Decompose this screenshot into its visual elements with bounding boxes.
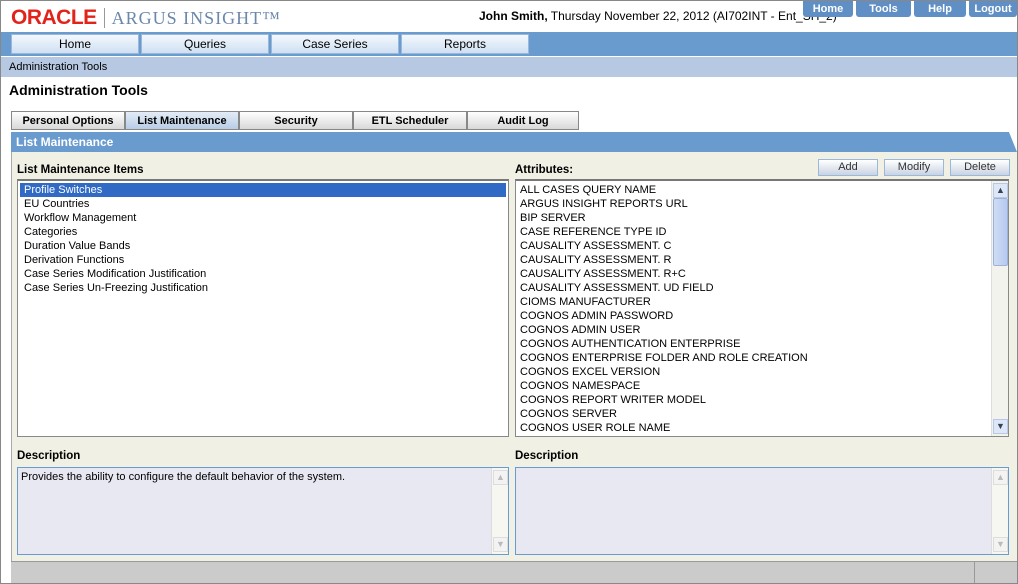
tab-audit-log[interactable]: Audit Log bbox=[467, 111, 579, 130]
attribute-item[interactable]: CASE REFERENCE TYPE ID bbox=[516, 225, 1008, 239]
tab-personal-options[interactable]: Personal Options bbox=[11, 111, 125, 130]
date-info: Thursday November 22, 2012 (AI702INT - E… bbox=[547, 9, 837, 23]
tab-list-maintenance[interactable]: List Maintenance bbox=[125, 111, 239, 130]
top-links: Home Tools Help Logout bbox=[800, 1, 1017, 17]
attribute-item[interactable]: COGNOS NAMESPACE bbox=[516, 379, 1008, 393]
nav-case-series[interactable]: Case Series bbox=[271, 34, 399, 54]
attribute-item[interactable]: COGNOS USER ROLE NAME bbox=[516, 421, 1008, 435]
list-item[interactable]: Duration Value Bands bbox=[20, 239, 506, 253]
description-left-label: Description bbox=[17, 450, 81, 462]
attribute-item[interactable]: COGNOS REPORT WRITER MODEL bbox=[516, 393, 1008, 407]
tab-etl-scheduler[interactable]: ETL Scheduler bbox=[353, 111, 467, 130]
attributes-list[interactable]: ALL CASES QUERY NAME ARGUS INSIGHT REPORT… bbox=[515, 179, 1009, 437]
description-right-textarea[interactable]: ▲ ▼ bbox=[515, 467, 1009, 555]
scroll-down-icon[interactable]: ▼ bbox=[993, 419, 1008, 434]
logo-divider bbox=[103, 8, 105, 28]
list-item[interactable]: Categories bbox=[20, 225, 506, 239]
attribute-item[interactable]: COGNOS ADMIN PASSWORD bbox=[516, 309, 1008, 323]
attribute-item[interactable]: COGNOS AUTHENTICATION ENTERPRISE bbox=[516, 337, 1008, 351]
attribute-item[interactable]: ARGUS INSIGHT REPORTS URL bbox=[516, 197, 1008, 211]
status-bar bbox=[11, 561, 1017, 583]
tab-security[interactable]: Security bbox=[239, 111, 353, 130]
scroll-down-icon[interactable]: ▼ bbox=[493, 537, 508, 552]
scroll-up-icon[interactable]: ▲ bbox=[493, 470, 508, 485]
attribute-item[interactable]: CAUSALITY ASSESSMENT. UD FIELD bbox=[516, 281, 1008, 295]
attribute-item[interactable]: CAUSALITY ASSESSMENT. R+C bbox=[516, 267, 1008, 281]
attributes-scrollbar[interactable]: ▲ ▼ bbox=[991, 181, 1008, 436]
items-label: List Maintenance Items bbox=[17, 164, 144, 176]
product-name: ARGUS INSIGHT™ bbox=[111, 7, 281, 28]
oracle-argus-logo: ORACLE ARGUS INSIGHT™ bbox=[11, 6, 281, 29]
scroll-up-icon[interactable]: ▲ bbox=[993, 183, 1008, 198]
list-item[interactable]: Derivation Functions bbox=[20, 253, 506, 267]
user-info: John Smith, Thursday November 22, 2012 (… bbox=[479, 9, 837, 23]
scroll-up-icon[interactable]: ▲ bbox=[993, 470, 1008, 485]
nav-home[interactable]: Home bbox=[11, 34, 139, 54]
attribute-item[interactable]: BIP SERVER bbox=[516, 211, 1008, 225]
user-name: John Smith, bbox=[479, 9, 548, 23]
page-title: Administration Tools bbox=[9, 82, 148, 98]
attribute-item[interactable]: CAUSALITY ASSESSMENT. R bbox=[516, 253, 1008, 267]
attribute-item[interactable]: COGNOS EXCEL VERSION bbox=[516, 365, 1008, 379]
description-right-scrollbar[interactable]: ▲ ▼ bbox=[991, 468, 1008, 554]
description-right-label: Description bbox=[515, 450, 579, 462]
attribute-item[interactable]: ALL CASES QUERY NAME bbox=[516, 183, 1008, 197]
main-nav: Home Queries Case Series Reports bbox=[1, 32, 1017, 56]
top-link-tools[interactable]: Tools bbox=[856, 1, 911, 17]
attribute-item[interactable]: COGNOS ADMIN USER bbox=[516, 323, 1008, 337]
section-header: List Maintenance bbox=[11, 132, 1017, 152]
breadcrumb: Administration Tools bbox=[1, 57, 1017, 77]
attribute-item[interactable]: COGNOS ENTERPRISE FOLDER AND ROLE CREATI… bbox=[516, 351, 1008, 365]
description-left-scrollbar[interactable]: ▲ ▼ bbox=[491, 468, 508, 554]
top-link-help[interactable]: Help bbox=[914, 1, 966, 17]
scroll-thumb[interactable] bbox=[993, 198, 1008, 266]
nav-queries[interactable]: Queries bbox=[141, 34, 269, 54]
delete-button[interactable]: Delete bbox=[950, 159, 1010, 176]
add-button[interactable]: Add bbox=[818, 159, 878, 176]
modify-button[interactable]: Modify bbox=[884, 159, 944, 176]
list-item[interactable]: Workflow Management bbox=[20, 211, 506, 225]
list-item[interactable]: Case Series Modification Justification bbox=[20, 267, 506, 281]
attributes-label: Attributes: bbox=[515, 164, 574, 176]
status-divider bbox=[974, 562, 975, 583]
list-maintenance-items[interactable]: Profile Switches EU Countries Workflow Man… bbox=[17, 179, 509, 437]
attribute-item[interactable]: CIOMS MANUFACTURER bbox=[516, 295, 1008, 309]
attribute-item[interactable]: COGNOS SERVER bbox=[516, 407, 1008, 421]
description-left-textarea[interactable]: Provides the ability to configure the de… bbox=[17, 467, 509, 555]
nav-reports[interactable]: Reports bbox=[401, 34, 529, 54]
scroll-down-icon[interactable]: ▼ bbox=[993, 537, 1008, 552]
list-item[interactable]: EU Countries bbox=[20, 197, 506, 211]
description-left-text: Provides the ability to configure the de… bbox=[21, 471, 346, 483]
list-item[interactable]: Case Series Un-Freezing Justification bbox=[20, 281, 506, 295]
list-item[interactable]: Profile Switches bbox=[20, 183, 506, 197]
top-link-logout[interactable]: Logout bbox=[969, 1, 1017, 17]
attribute-item[interactable]: CAUSALITY ASSESSMENT. C bbox=[516, 239, 1008, 253]
top-link-home[interactable]: Home bbox=[803, 1, 853, 17]
oracle-logo-text: ORACLE bbox=[11, 6, 97, 29]
